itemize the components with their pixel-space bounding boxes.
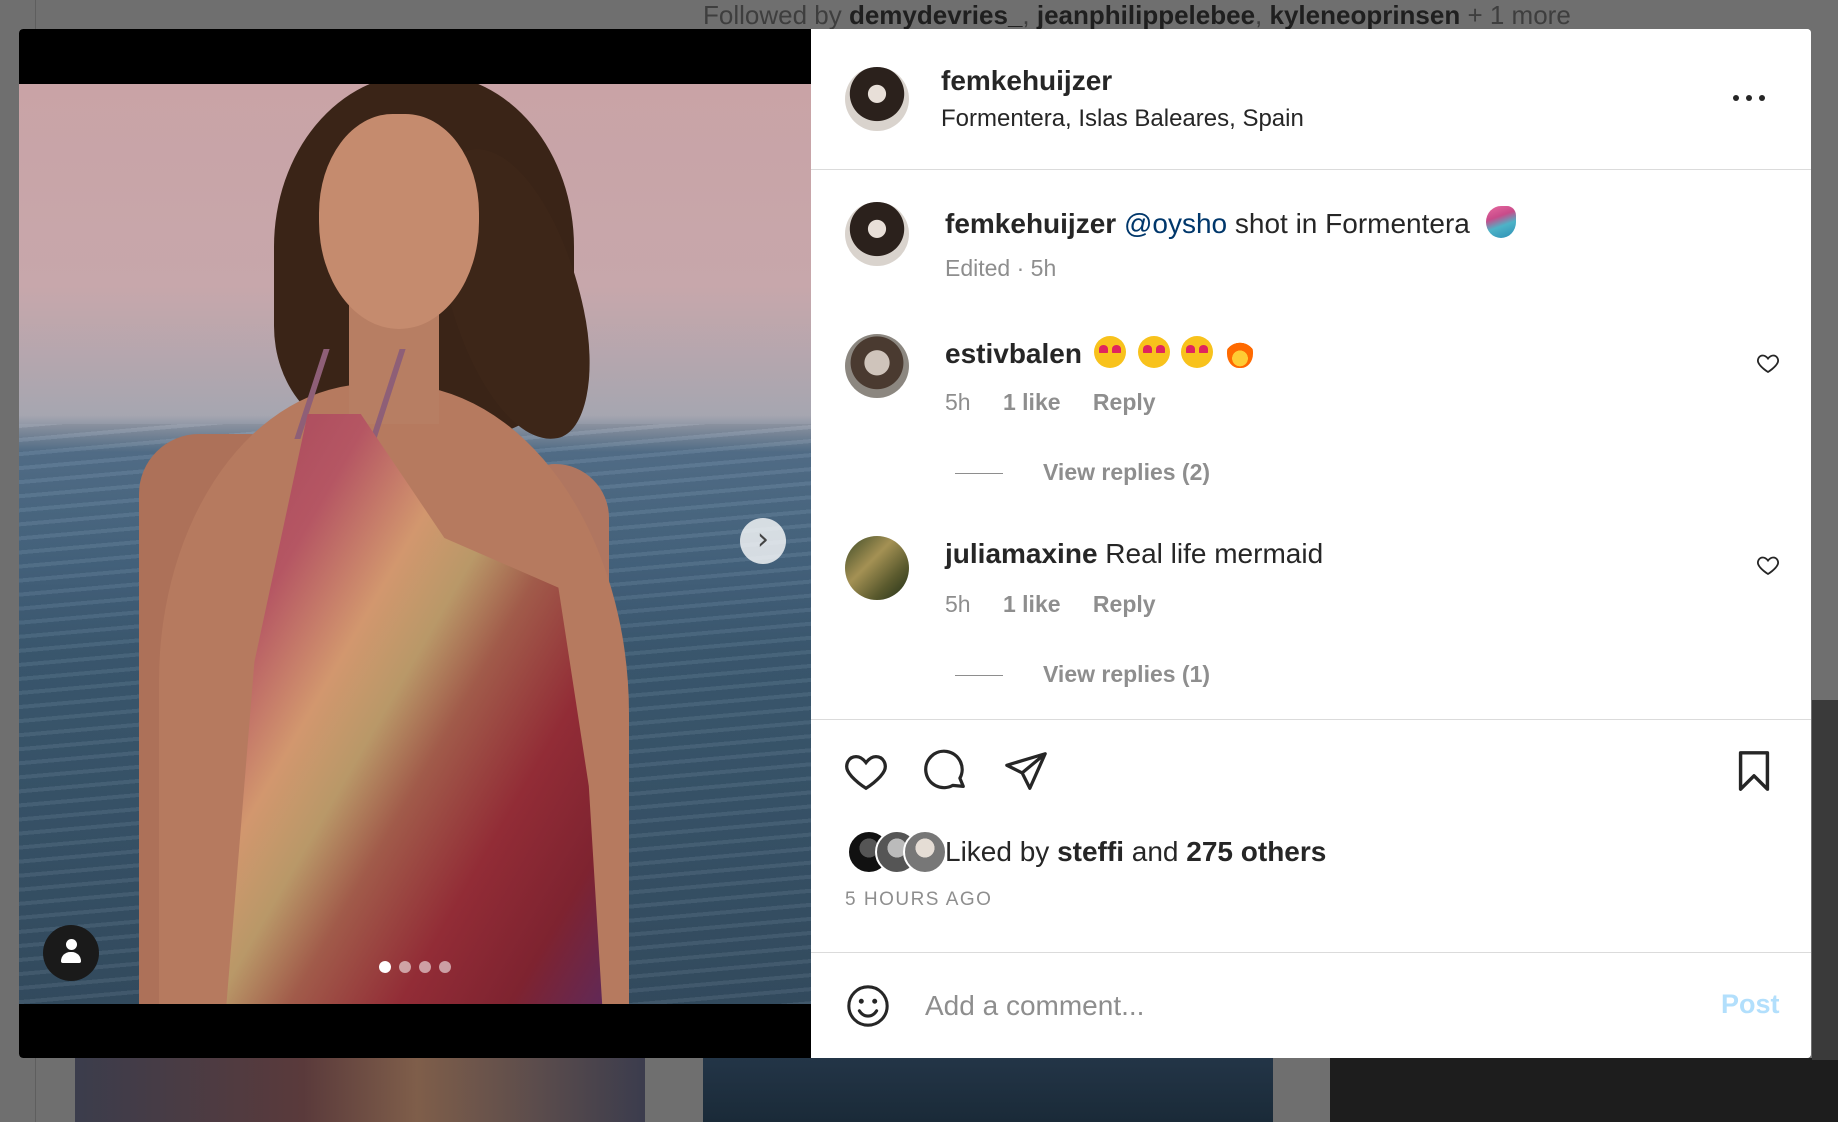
comment-composer: Post — [811, 952, 1811, 1058]
mermaid-emoji-icon — [1485, 206, 1516, 238]
comment-time: 5h — [945, 591, 971, 617]
commenter-username[interactable]: estivbalen — [945, 338, 1082, 369]
view-replies-label: View replies (1) — [1043, 661, 1211, 687]
reply-button[interactable]: Reply — [1093, 591, 1156, 617]
view-replies-button[interactable]: View replies (1) — [955, 661, 1210, 688]
background-post-thumbnail[interactable] — [1812, 700, 1838, 1060]
comment-icon[interactable] — [923, 748, 969, 794]
heart-eyes-emoji-icon — [1093, 336, 1126, 368]
comment-text: juliamaxine Real life mermaid — [945, 538, 1323, 570]
emoji-picker-icon[interactable] — [845, 983, 891, 1029]
post-location[interactable]: Formentera, Islas Baleares, Spain — [941, 105, 1304, 133]
heart-eyes-emoji-icon — [1181, 336, 1214, 368]
comment-text: estivbalen — [945, 336, 1254, 370]
post-modal: › femkehuijzer Formentera, Islas Baleare… — [19, 29, 1811, 1058]
comment-likes-link[interactable]: 1 like — [1003, 591, 1061, 617]
post-photo[interactable] — [19, 84, 811, 1004]
caption-avatar[interactable] — [845, 202, 909, 266]
post-side-pane: femkehuijzer Formentera, Islas Baleares,… — [811, 29, 1811, 1058]
liked-by-prefix: Liked by — [945, 836, 1050, 867]
background-post-thumbnail[interactable] — [1330, 1058, 1838, 1122]
commenter-avatar[interactable] — [845, 536, 909, 600]
caption-text: femkehuijzer @oysho shot in Formentera — [945, 206, 1516, 240]
face-shape — [319, 114, 479, 329]
tagged-users-button[interactable] — [43, 925, 99, 981]
author-avatar[interactable] — [845, 67, 909, 131]
more-dot — [1746, 95, 1752, 101]
heart-icon[interactable] — [843, 748, 889, 794]
like-comment-heart-icon[interactable] — [1756, 553, 1780, 577]
commenter-avatar[interactable] — [845, 334, 909, 398]
more-dot — [1759, 95, 1765, 101]
bookmark-icon[interactable] — [1731, 748, 1777, 794]
comment-meta: 5h 1 like Reply — [945, 591, 1156, 618]
liked-by-text: Liked by steffi and 275 others — [945, 836, 1326, 868]
carousel-dot — [439, 961, 451, 973]
chevron-right-icon: › — [757, 522, 769, 557]
reply-button[interactable]: Reply — [1093, 389, 1156, 415]
caption-meta: Edited · 5h — [945, 255, 1057, 281]
background-post-thumbnail[interactable] — [75, 1058, 645, 1122]
more-options-button[interactable] — [1729, 89, 1769, 109]
liked-by-and: and — [1131, 836, 1179, 867]
followed-by-label: Followed by — [703, 0, 842, 30]
share-icon[interactable] — [1003, 748, 1049, 794]
author-username[interactable]: femkehuijzer — [941, 65, 1112, 97]
comment-meta: 5h 1 like Reply — [945, 389, 1156, 416]
caption-body: shot in Formentera — [1234, 208, 1470, 239]
carousel-dot — [399, 961, 411, 973]
like-comment-heart-icon[interactable] — [1756, 351, 1780, 375]
followed-user-link[interactable]: demydevries_ — [849, 0, 1022, 30]
carousel-dot — [419, 961, 431, 973]
post-header: femkehuijzer Formentera, Islas Baleares,… — [811, 29, 1811, 170]
commenter-username[interactable]: juliamaxine — [945, 538, 1098, 569]
followed-user-link[interactable]: jeanphilippelebee — [1037, 0, 1255, 30]
next-image-button[interactable]: › — [740, 518, 786, 564]
comment-likes-link[interactable]: 1 like — [1003, 389, 1061, 415]
person-icon-body — [61, 952, 81, 963]
followed-more-link[interactable]: + 1 more — [1467, 0, 1570, 30]
fire-emoji-icon — [1227, 336, 1254, 368]
replies-divider-line — [955, 675, 1003, 677]
replies-divider-line — [955, 473, 1003, 475]
caption-username[interactable]: femkehuijzer — [945, 208, 1116, 239]
carousel-dot — [379, 961, 391, 973]
view-replies-button[interactable]: View replies (2) — [955, 459, 1210, 486]
liked-by-others-link[interactable]: 275 others — [1186, 836, 1326, 867]
followed-user-link[interactable]: kyleneoprinsen — [1270, 0, 1461, 30]
media-pane: › — [19, 29, 811, 1058]
background-post-thumbnail[interactable] — [703, 1058, 1273, 1122]
comment-input[interactable] — [923, 981, 1667, 1031]
post-timestamp[interactable]: 5 HOURS AGO — [845, 889, 992, 911]
liker-avatar — [903, 830, 947, 874]
followed-by-text: Followed by demydevries_, jeanphilippele… — [703, 0, 1571, 30]
heart-eyes-emoji-icon — [1137, 336, 1170, 368]
person-icon — [66, 939, 77, 950]
caption-mention-link[interactable]: @oysho — [1124, 208, 1227, 239]
post-comment-button[interactable]: Post — [1721, 989, 1780, 1020]
view-replies-label: View replies (2) — [1043, 459, 1211, 485]
comment-time: 5h — [945, 389, 971, 415]
comment-body: Real life mermaid — [1105, 538, 1324, 569]
liked-by-user-link[interactable]: steffi — [1057, 836, 1124, 867]
more-dot — [1733, 95, 1739, 101]
